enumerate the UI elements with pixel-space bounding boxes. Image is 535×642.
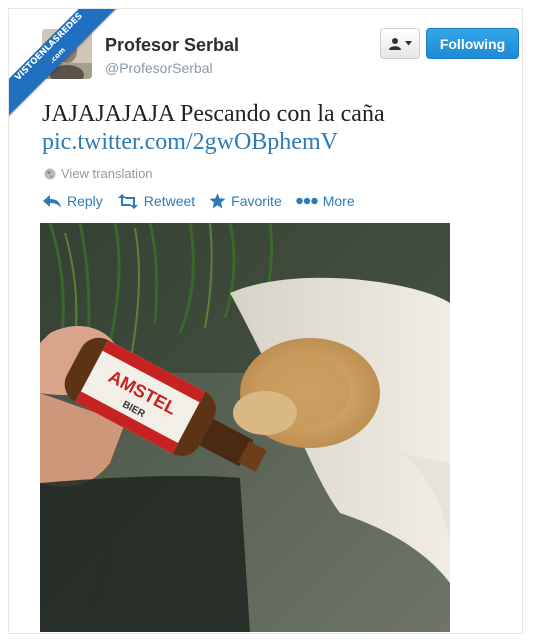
- favorite-button[interactable]: Favorite: [209, 193, 282, 209]
- more-label: More: [322, 193, 355, 209]
- following-button[interactable]: Following: [426, 28, 519, 59]
- view-translation-label: View translation: [61, 166, 153, 181]
- beer-fish-photo: AMSTEL BIER: [40, 223, 450, 632]
- globe-icon: [44, 168, 56, 179]
- user-handle[interactable]: @ProfesorSerbal: [105, 60, 213, 76]
- user-actions-button[interactable]: [380, 28, 420, 59]
- star-icon: [209, 193, 226, 209]
- favorite-label: Favorite: [231, 193, 282, 209]
- view-translation-link[interactable]: View translation: [44, 166, 153, 181]
- person-icon: [389, 37, 401, 50]
- retweet-label: Retweet: [143, 193, 196, 209]
- retweet-icon: [117, 193, 138, 209]
- tweet-card: VISTOENLASREDES .com Profesor Serbal @Pr…: [8, 8, 523, 634]
- reply-icon: [43, 194, 61, 208]
- retweet-button[interactable]: Retweet: [117, 193, 195, 209]
- more-dots-icon: [296, 197, 318, 205]
- tweet-actions: Reply Retweet Favorite More: [42, 193, 369, 209]
- reply-label: Reply: [67, 193, 103, 209]
- reply-button[interactable]: Reply: [42, 193, 103, 209]
- tweet-media-link[interactable]: pic.twitter.com/2gwOBphemV: [42, 129, 338, 156]
- more-button[interactable]: More: [296, 193, 355, 209]
- caret-down-icon: [405, 41, 412, 46]
- user-name[interactable]: Profesor Serbal: [105, 35, 239, 56]
- watermark-ribbon: VISTOENLASREDES .com: [9, 9, 119, 119]
- tweet-photo[interactable]: AMSTEL BIER: [40, 223, 450, 632]
